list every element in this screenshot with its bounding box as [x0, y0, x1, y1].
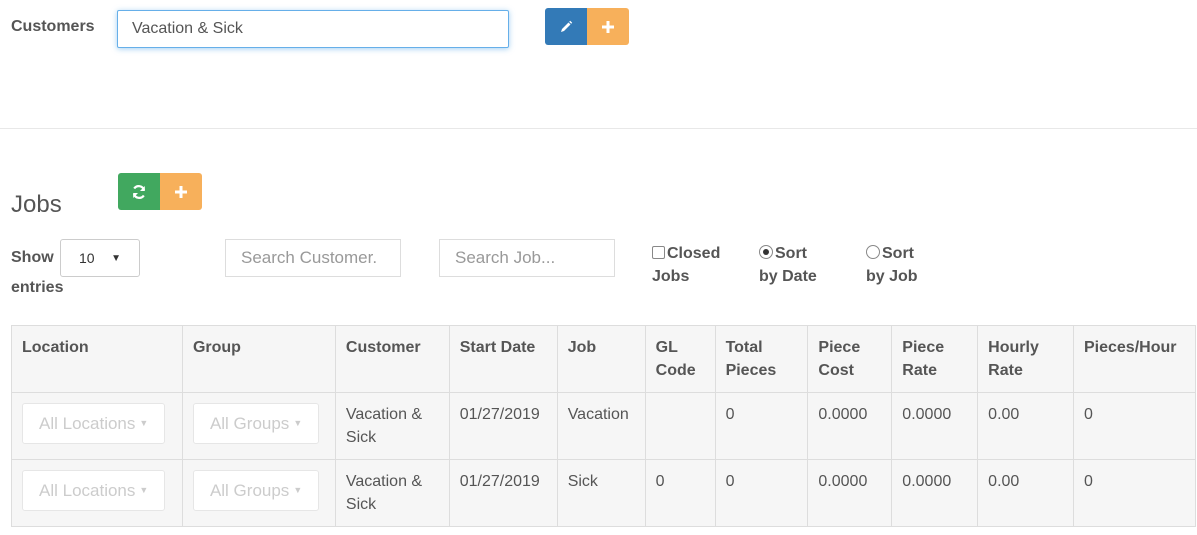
- job-cell: Vacation: [556, 392, 646, 460]
- caret-down-icon: ▼: [139, 418, 149, 428]
- caret-down-icon: ▼: [293, 485, 303, 495]
- piece-rate-cell: 0.0000: [891, 459, 979, 527]
- col-header-gl-code[interactable]: GL Code: [644, 325, 716, 393]
- sort-by-job-label-1: Sort: [882, 245, 914, 262]
- col-header-piece-cost[interactable]: Piece Cost: [807, 325, 893, 393]
- piece-cost-cell: 0.0000: [807, 459, 893, 527]
- plus-icon: [602, 20, 614, 33]
- group-dropdown[interactable]: All Groups ▼: [192, 470, 320, 511]
- piece-rate-cell: 0.0000: [891, 392, 979, 460]
- group-cell: All Groups ▼: [181, 459, 336, 527]
- caret-down-icon: ▼: [111, 252, 121, 264]
- customer-cell: Vacation & Sick: [334, 459, 450, 527]
- location-dropdown[interactable]: All Locations ▼: [22, 403, 166, 444]
- closed-jobs-checkbox[interactable]: [652, 246, 665, 259]
- group-dropdown-label: All Groups: [209, 481, 290, 500]
- group-dropdown-label: All Groups: [209, 414, 290, 433]
- page-size-select[interactable]: 10 ▼: [60, 239, 140, 277]
- col-header-job[interactable]: Job: [556, 325, 646, 393]
- plus-icon: [175, 185, 187, 198]
- start-date-cell: 01/27/2019: [448, 392, 558, 460]
- sort-by-date-radio[interactable]: [759, 245, 773, 259]
- location-cell: All Locations ▼: [11, 392, 183, 460]
- table-header-row: Location Group Customer Start Date Job G…: [11, 325, 1197, 393]
- group-dropdown[interactable]: All Groups ▼: [192, 403, 320, 444]
- closed-jobs-option[interactable]: Closed Jobs: [652, 242, 720, 288]
- col-header-hourly-rate[interactable]: Hourly Rate: [977, 325, 1074, 393]
- col-header-start-date[interactable]: Start Date: [448, 325, 558, 393]
- caret-down-icon: ▼: [293, 418, 303, 428]
- refresh-jobs-button[interactable]: [118, 173, 160, 210]
- customer-input[interactable]: [117, 10, 509, 48]
- show-label: Show: [11, 249, 54, 266]
- sort-by-date-label-1: Sort: [775, 245, 807, 262]
- search-job-input[interactable]: [439, 239, 615, 277]
- refresh-icon: [132, 184, 146, 199]
- closed-jobs-label-1: Closed: [667, 245, 721, 262]
- gl-code-cell: 0: [644, 459, 716, 527]
- job-cell: Sick: [556, 459, 646, 527]
- group-cell: All Groups ▼: [181, 392, 336, 460]
- sort-by-date-option[interactable]: Sort by Date: [759, 242, 817, 288]
- pencil-icon: [561, 20, 573, 32]
- add-job-button[interactable]: [160, 173, 202, 210]
- location-dropdown[interactable]: All Locations ▼: [22, 470, 166, 511]
- total-pieces-cell: 0: [714, 392, 809, 460]
- pieces-per-hour-cell: 0: [1072, 392, 1197, 460]
- jobs-title: Jobs: [11, 191, 62, 218]
- closed-jobs-label-2: Jobs: [652, 268, 690, 285]
- col-header-customer[interactable]: Customer: [334, 325, 450, 393]
- col-header-location[interactable]: Location: [11, 325, 183, 393]
- piece-cost-cell: 0.0000: [807, 392, 893, 460]
- customers-label: Customers: [11, 18, 95, 35]
- col-header-total-pieces[interactable]: Total Pieces: [714, 325, 809, 393]
- edit-customer-button[interactable]: [545, 8, 587, 45]
- location-dropdown-label: All Locations: [39, 481, 136, 500]
- page-size-value: 10: [79, 250, 95, 266]
- col-header-group[interactable]: Group: [181, 325, 336, 393]
- sort-by-job-option[interactable]: Sort by Job: [866, 242, 918, 288]
- sort-by-job-label-2: by Job: [866, 268, 918, 285]
- hourly-rate-cell: 0.00: [977, 459, 1074, 527]
- add-customer-button[interactable]: [587, 8, 629, 45]
- start-date-cell: 01/27/2019: [448, 459, 558, 527]
- search-customer-input[interactable]: [225, 239, 401, 277]
- hourly-rate-cell: 0.00: [977, 392, 1074, 460]
- col-header-piece-rate[interactable]: Piece Rate: [891, 325, 979, 393]
- table-row[interactable]: All Locations ▼ All Groups ▼ Vacation & Si…: [11, 459, 1197, 527]
- col-header-pieces-per-hour[interactable]: Pieces/Hour: [1072, 325, 1197, 393]
- table-row[interactable]: All Locations ▼ All Groups ▼ Vacation & Si…: [11, 392, 1197, 460]
- jobs-table: Location Group Customer Start Date Job G…: [11, 325, 1197, 527]
- location-cell: All Locations ▼: [11, 459, 183, 527]
- customer-cell: Vacation & Sick: [334, 392, 450, 460]
- location-dropdown-label: All Locations: [39, 414, 136, 433]
- sort-by-job-radio[interactable]: [866, 245, 880, 259]
- pieces-per-hour-cell: 0: [1072, 459, 1197, 527]
- caret-down-icon: ▼: [139, 485, 149, 495]
- entries-label: entries: [11, 279, 64, 296]
- sort-by-date-label-2: by Date: [759, 268, 817, 285]
- gl-code-cell: [644, 392, 716, 460]
- total-pieces-cell: 0: [714, 459, 809, 527]
- section-divider: [0, 128, 1197, 129]
